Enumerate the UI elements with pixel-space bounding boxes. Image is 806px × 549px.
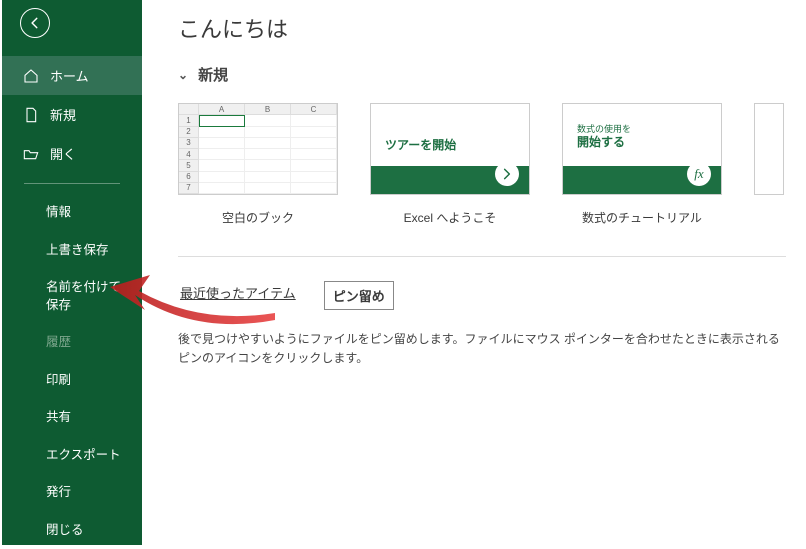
template-thumbnail: ABC 1 2 3 4 5 6 7 [178, 103, 338, 195]
recent-tabs: 最近使ったアイテム ピン留め [180, 281, 786, 310]
template-list: ABC 1 2 3 4 5 6 7 空白のブック ツアーを開始 [178, 103, 786, 226]
template-caption: Excel へようこそ [370, 209, 530, 226]
home-icon [22, 67, 40, 85]
section-divider [178, 256, 786, 257]
section-new-heading[interactable]: ⌄ 新規 [178, 64, 786, 85]
template-caption: 空白のブック [178, 209, 338, 226]
template-welcome-excel[interactable]: ツアーを開始 Excel へようこそ [370, 103, 530, 226]
nav-save-as[interactable]: 名前を付けて保存 [2, 269, 142, 324]
nav-info[interactable]: 情報 [2, 194, 142, 232]
fx-icon: fx [687, 162, 711, 186]
nav-divider [24, 183, 120, 184]
folder-open-icon [22, 145, 40, 163]
section-heading-text: 新規 [198, 64, 228, 85]
backstage-main: こんにちは ⌄ 新規 ABC 1 2 3 4 5 6 7 空白のブック [142, 0, 806, 545]
backstage-sidebar: ホーム 新規 開く 情報 上書き保存 名前を付けて保存 履歴 印刷 共有 エクス… [2, 0, 142, 545]
chevron-down-icon: ⌄ [178, 68, 188, 82]
pinned-empty-message: 後で見つけやすいようにファイルをピン留めします。ファイルにマウス ポインターを合… [178, 330, 786, 368]
back-button[interactable] [20, 8, 50, 38]
arrow-left-icon [28, 16, 42, 30]
template-thumbnail [754, 103, 784, 195]
tab-pinned[interactable]: ピン留め [324, 281, 394, 310]
tab-recent[interactable]: 最近使ったアイテム [180, 283, 296, 308]
arrow-right-icon [495, 162, 519, 186]
nav-new[interactable]: 新規 [2, 95, 142, 134]
nav-close[interactable]: 閉じる [2, 512, 142, 549]
template-caption: 数式のチュートリアル [562, 209, 722, 226]
nav-history: 履歴 [2, 324, 142, 362]
nav-label: ホーム [50, 66, 89, 85]
nav-open[interactable]: 開く [2, 134, 142, 173]
template-thumbnail: 数式の使用を 開始する fx [562, 103, 722, 195]
template-overlay-line2: 開始する [577, 133, 625, 150]
template-thumbnail: ツアーを開始 [370, 103, 530, 195]
nav-save[interactable]: 上書き保存 [2, 232, 142, 270]
document-icon [22, 106, 40, 124]
nav-label: 開く [50, 144, 76, 163]
nav-print[interactable]: 印刷 [2, 362, 142, 400]
template-formula-tutorial[interactable]: 数式の使用を 開始する fx 数式のチュートリアル [562, 103, 722, 226]
template-overlay-text: ツアーを開始 [385, 136, 456, 153]
nav-home[interactable]: ホーム [2, 56, 142, 95]
page-title: こんにちは [178, 12, 786, 44]
template-more[interactable] [754, 103, 784, 226]
nav-share[interactable]: 共有 [2, 399, 142, 437]
nav-publish[interactable]: 発行 [2, 474, 142, 512]
template-blank-workbook[interactable]: ABC 1 2 3 4 5 6 7 空白のブック [178, 103, 338, 226]
nav-export[interactable]: エクスポート [2, 437, 142, 475]
nav-label: 新規 [50, 105, 76, 124]
